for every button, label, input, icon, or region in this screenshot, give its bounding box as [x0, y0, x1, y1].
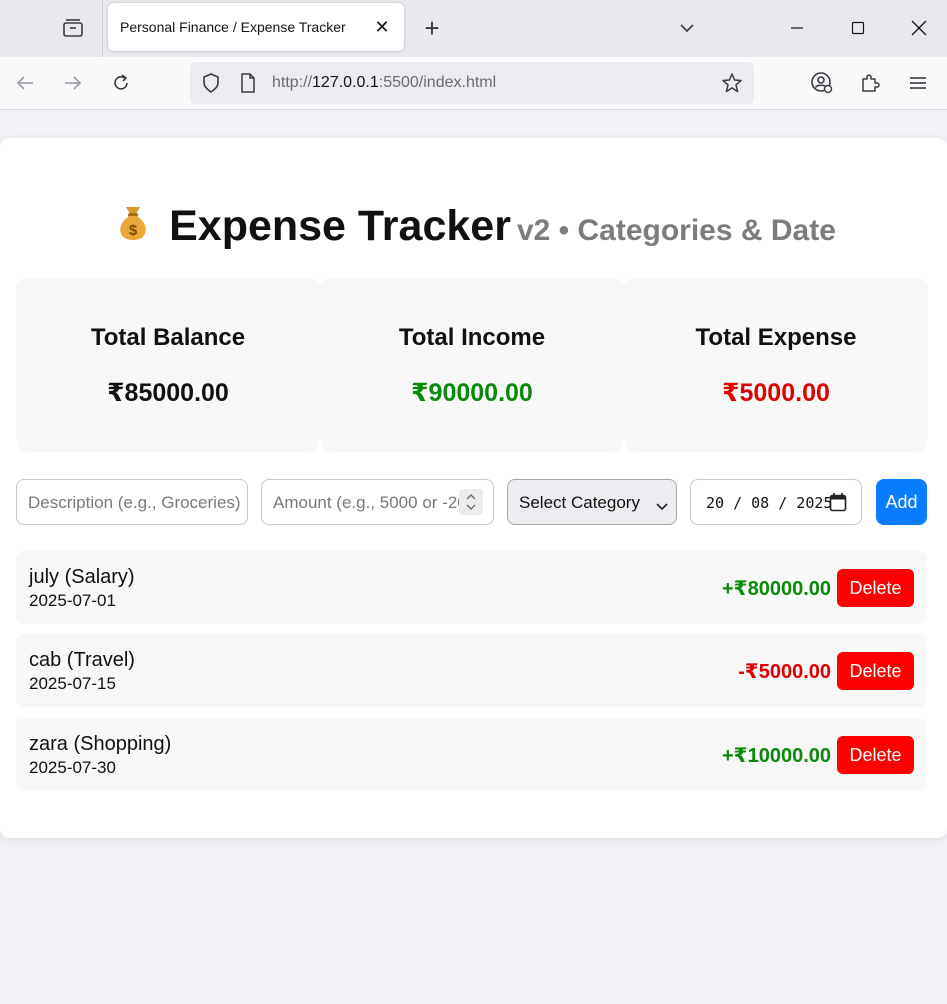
- account-icon[interactable]: [806, 67, 838, 99]
- close-tab-icon[interactable]: ✕: [370, 15, 394, 39]
- transaction-date: 2025-07-15: [29, 674, 116, 693]
- tab-overview-icon[interactable]: [57, 14, 89, 42]
- new-tab-icon[interactable]: +: [418, 13, 446, 43]
- amount-placeholder: Amount (e.g., 5000 or -200): [273, 493, 482, 512]
- date-value: 20 / 08 / 2025: [706, 494, 833, 512]
- transaction-date: 2025-07-30: [29, 758, 116, 777]
- delete-button[interactable]: Delete: [837, 736, 914, 774]
- page-title: $ Expense Tracker v2 • Categories & Date: [0, 200, 947, 251]
- expense-label: Total Expense: [695, 324, 857, 351]
- url-host: 127.0.0.1: [312, 74, 379, 91]
- transaction-row: july (Salary) 2025-07-01 +₹80000.00 Dele…: [16, 551, 927, 624]
- transaction-date: 2025-07-01: [29, 591, 116, 610]
- chevron-down-icon: [656, 496, 668, 516]
- window-close-icon[interactable]: [897, 8, 941, 48]
- active-tab[interactable]: Personal Finance / Expense Tracker ✕: [108, 3, 404, 51]
- back-arrow-icon[interactable]: [9, 67, 41, 99]
- forward-arrow-icon[interactable]: [57, 67, 89, 99]
- svg-text:$: $: [129, 222, 138, 239]
- title-main: Expense Tracker: [169, 202, 511, 250]
- date-input[interactable]: 20 / 08 / 2025: [690, 479, 862, 525]
- browser-nav-bar: http://127.0.0.1:5500/index.html: [0, 57, 947, 110]
- delete-button[interactable]: Delete: [837, 652, 914, 690]
- add-button[interactable]: Add: [876, 479, 927, 525]
- category-selected: Select Category: [519, 493, 640, 512]
- expense-card: Total Expense ₹5000.00: [624, 278, 928, 452]
- money-bag-icon: $: [111, 200, 155, 244]
- transaction-amount: -₹5000.00: [738, 661, 831, 683]
- transaction-amount: +₹80000.00: [721, 578, 831, 600]
- balance-card: Total Balance ₹85000.00: [16, 278, 320, 452]
- transaction-description: zara (Shopping): [29, 733, 172, 755]
- income-label: Total Income: [398, 324, 546, 351]
- expense-value: ₹5000.00: [722, 379, 830, 407]
- delete-button[interactable]: Delete: [837, 569, 914, 607]
- transaction-description: cab (Travel): [29, 649, 135, 671]
- chevron-down-icon[interactable]: [674, 14, 700, 42]
- transaction-amount: +₹10000.00: [721, 745, 831, 767]
- shield-icon[interactable]: [199, 71, 223, 95]
- reload-icon[interactable]: [105, 67, 137, 99]
- url-text[interactable]: http://127.0.0.1:5500/index.html: [272, 74, 496, 92]
- extensions-icon[interactable]: [854, 67, 886, 99]
- browser-tab-bar: Personal Finance / Expense Tracker ✕ +: [0, 0, 947, 57]
- description-input[interactable]: Description (e.g., Groceries): [16, 479, 248, 525]
- description-placeholder: Description (e.g., Groceries): [28, 493, 241, 512]
- balance-value: ₹85000.00: [107, 379, 229, 407]
- page-icon[interactable]: [236, 71, 260, 95]
- balance-label: Total Balance: [90, 324, 246, 351]
- menu-icon[interactable]: [902, 67, 934, 99]
- maximize-icon[interactable]: [836, 8, 880, 48]
- transaction-row: zara (Shopping) 2025-07-30 +₹10000.00 De…: [16, 718, 927, 791]
- app-container: $ Expense Tracker v2 • Categories & Date …: [0, 138, 947, 838]
- bookmark-star-icon[interactable]: [720, 71, 744, 95]
- url-path: :5500/index.html: [378, 74, 497, 91]
- income-card: Total Income ₹90000.00: [320, 278, 624, 452]
- minimize-icon[interactable]: [775, 8, 819, 48]
- income-value: ₹90000.00: [411, 379, 533, 407]
- address-bar[interactable]: http://127.0.0.1:5500/index.html: [190, 62, 754, 104]
- amount-input[interactable]: Amount (e.g., 5000 or -200): [261, 479, 494, 525]
- url-prefix: http://: [272, 74, 313, 91]
- title-subtitle: v2 • Categories & Date: [516, 214, 836, 247]
- category-select[interactable]: Select Category: [507, 479, 677, 525]
- tab-separator: [102, 0, 103, 57]
- transaction-description: july (Salary): [29, 566, 135, 588]
- calendar-icon[interactable]: [829, 492, 847, 517]
- transaction-row: cab (Travel) 2025-07-15 -₹5000.00 Delete: [16, 634, 927, 707]
- number-stepper[interactable]: [459, 489, 483, 515]
- tab-title: Personal Finance / Expense Tracker: [120, 19, 346, 35]
- page-viewport: $ Expense Tracker v2 • Categories & Date …: [0, 111, 947, 1004]
